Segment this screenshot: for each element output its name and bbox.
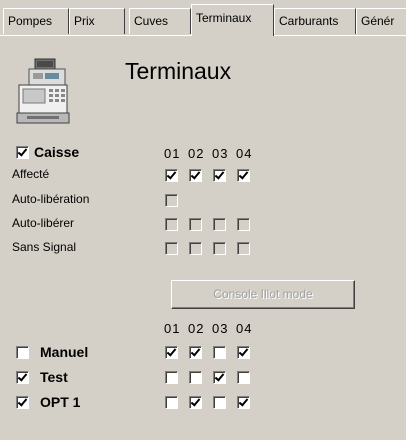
- test-checkbox-04[interactable]: [237, 371, 250, 384]
- opt1-checkbox[interactable]: [16, 396, 29, 409]
- tab-bar: Pompes Prix Cuves Terminaux Carburants G…: [0, 0, 406, 40]
- test-label: Test: [40, 369, 68, 385]
- column-header: 04: [236, 321, 253, 336]
- sans-signal-checkbox-03[interactable]: [213, 242, 226, 255]
- manuel-label: Manuel: [40, 344, 89, 360]
- column-header: 01: [164, 321, 181, 336]
- affecte-checkbox-02[interactable]: [189, 169, 202, 182]
- manuel-checkbox[interactable]: [16, 346, 29, 359]
- page-title: Terminaux: [125, 58, 232, 84]
- test-checkbox-02[interactable]: [189, 371, 202, 384]
- auto-liberation-checkbox[interactable]: [165, 194, 178, 207]
- column-header: 01: [164, 146, 181, 161]
- auto-liberer-checkbox-04[interactable]: [237, 218, 250, 231]
- opt1-label: OPT 1: [40, 394, 81, 410]
- test-checkbox-01[interactable]: [165, 371, 178, 384]
- terminals-column-headers: 01 02 03 04: [164, 321, 260, 336]
- row-label-auto-liberer: Auto-libérer: [12, 216, 75, 230]
- test-checkbox[interactable]: [16, 371, 29, 384]
- cash-register-icon: [16, 58, 70, 124]
- row-label-affecte: Affecté: [12, 167, 50, 181]
- column-header: 02: [188, 321, 205, 336]
- column-header: 03: [212, 146, 229, 161]
- tab-pompes[interactable]: Pompes: [3, 8, 69, 34]
- tab-prix[interactable]: Prix: [69, 8, 125, 34]
- column-header: 04: [236, 146, 253, 161]
- opt1-checkbox-01[interactable]: [165, 396, 178, 409]
- tab-carburants[interactable]: Carburants: [274, 8, 356, 34]
- auto-liberer-checkbox-03[interactable]: [213, 218, 226, 231]
- sans-signal-checkbox-04[interactable]: [237, 242, 250, 255]
- manuel-checkbox-01[interactable]: [165, 346, 178, 359]
- test-checkbox-03[interactable]: [213, 371, 226, 384]
- sans-signal-checkbox-01[interactable]: [165, 242, 178, 255]
- manuel-checkbox-02[interactable]: [189, 346, 202, 359]
- affecte-checkbox-04[interactable]: [237, 169, 250, 182]
- auto-liberer-checkbox-02[interactable]: [189, 218, 202, 231]
- caisse-label: Caisse: [34, 144, 80, 160]
- affecte-checkbox-01[interactable]: [165, 169, 178, 182]
- opt1-checkbox-03[interactable]: [213, 396, 226, 409]
- manuel-checkbox-04[interactable]: [237, 346, 250, 359]
- column-header: 02: [188, 146, 205, 161]
- caisse-checkbox[interactable]: [16, 146, 29, 159]
- opt1-checkbox-02[interactable]: [189, 396, 202, 409]
- sans-signal-checkbox-02[interactable]: [189, 242, 202, 255]
- caisse-column-headers: 01 02 03 04: [164, 146, 260, 161]
- affecte-checkbox-03[interactable]: [213, 169, 226, 182]
- tab-cuves[interactable]: Cuves: [129, 8, 191, 34]
- manuel-checkbox-03[interactable]: [213, 346, 226, 359]
- auto-liberer-checkbox-01[interactable]: [165, 218, 178, 231]
- row-label-sans-signal: Sans Signal: [12, 240, 77, 254]
- console-illot-mode-button[interactable]: Console Illot mode: [171, 280, 355, 309]
- tab-terminaux[interactable]: Terminaux: [191, 4, 274, 36]
- opt1-checkbox-04[interactable]: [237, 396, 250, 409]
- tab-general[interactable]: Génér: [356, 8, 406, 34]
- column-header: 03: [212, 321, 229, 336]
- row-label-auto-liberation: Auto-libération: [12, 192, 90, 206]
